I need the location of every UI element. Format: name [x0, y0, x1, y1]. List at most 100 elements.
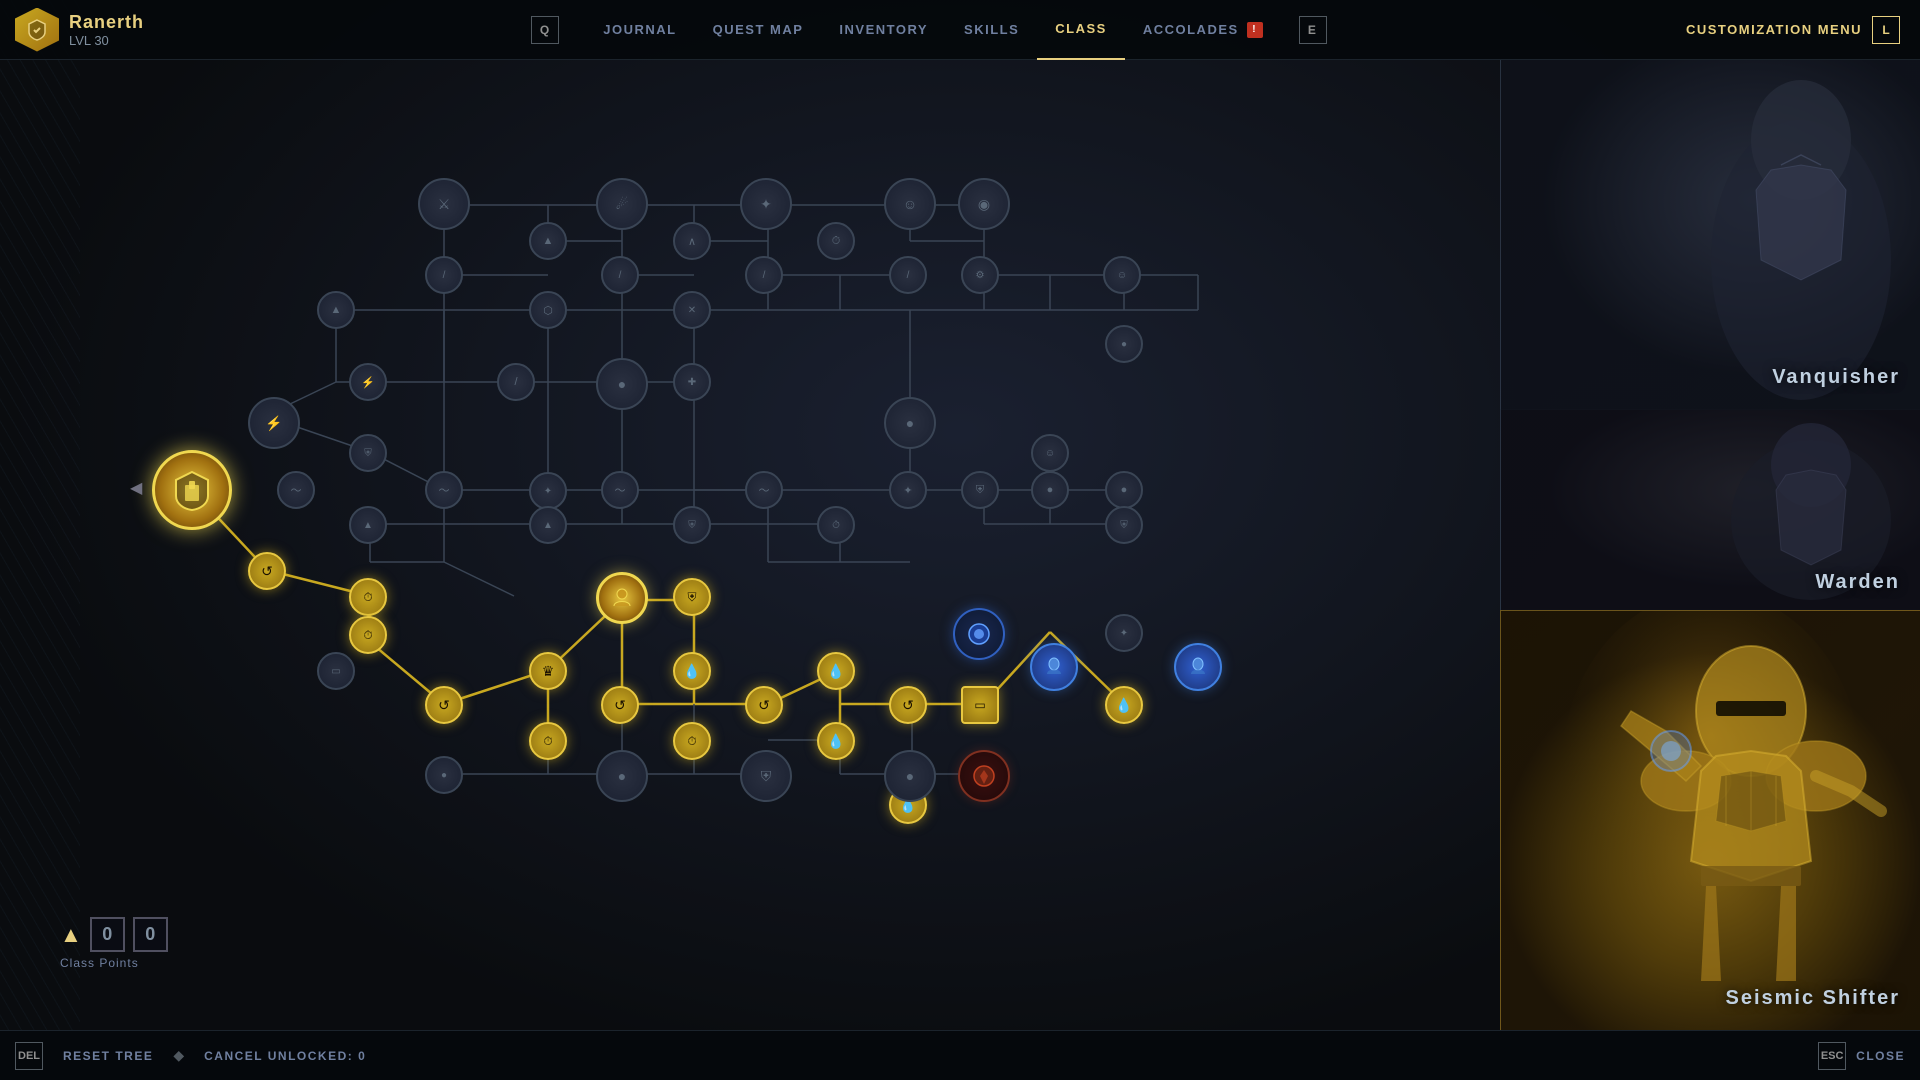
skill-r3-4[interactable]: / — [889, 256, 927, 294]
skill-pulse-5[interactable]: ✦ — [889, 471, 927, 509]
skill-r4-2[interactable]: ⬡ — [529, 291, 567, 329]
skill-r1-2[interactable]: ☄ — [596, 178, 648, 230]
bottom-bar: DEL RESET TREE ◆ CANCEL UNLOCKED: 0 ESC … — [0, 1030, 1920, 1080]
skill-r2-2[interactable]: ∧ — [673, 222, 711, 260]
skill-r8-2[interactable]: ▲ — [529, 506, 567, 544]
skill-pulse-6[interactable]: ⛨ — [961, 471, 999, 509]
customization-menu[interactable]: CUSTOMIZATION MENU L — [1666, 16, 1920, 44]
skill-r6-1[interactable]: ⚡ — [248, 397, 300, 449]
skill-r8-5[interactable]: ⛨ — [1105, 506, 1143, 544]
skill-special-blue[interactable] — [953, 608, 1005, 660]
skill-r3-3[interactable]: / — [745, 256, 783, 294]
skill-active-spiral-b4[interactable]: ↺ — [889, 686, 927, 724]
skill-active-flame-3[interactable]: 💧 — [817, 722, 855, 760]
skill-pulse-7[interactable]: ● — [1031, 471, 1069, 509]
up-arrow-icon: ▲ — [60, 922, 82, 948]
skill-r1-3[interactable]: ✦ — [740, 178, 792, 230]
skill-r-bottom-1[interactable]: ● — [884, 750, 936, 802]
skill-r1-1[interactable]: ⚔ — [418, 178, 470, 230]
skill-r3-2[interactable]: / — [601, 256, 639, 294]
skill-pulse-2[interactable]: 〜 — [425, 471, 463, 509]
skill-active-doc[interactable]: ▭ — [961, 686, 999, 724]
skill-r5-2[interactable]: / — [497, 363, 535, 401]
nav-journal[interactable]: JOURNAL — [585, 0, 694, 60]
left-arrow: ◀ — [130, 478, 142, 498]
skill-active-spiral-b1[interactable]: ↺ — [425, 686, 463, 724]
skill-active-timer-1[interactable]: ⏱ — [349, 578, 387, 616]
skill-r4-3[interactable]: ✕ — [673, 291, 711, 329]
skill-r6-5[interactable]: ✚ — [673, 363, 711, 401]
nav-items: Q JOURNAL QUEST MAP INVENTORY SKILLS CLA… — [200, 0, 1666, 60]
class-pts-box-1: 0 — [90, 917, 125, 952]
bottom-right: ESC CLOSE — [1818, 1042, 1905, 1070]
nav-class[interactable]: CLASS — [1037, 0, 1125, 60]
skill-blue-large-1[interactable] — [1030, 643, 1078, 691]
skill-inactive-b1[interactable]: ▭ — [317, 652, 355, 690]
player-level: LVL 30 — [69, 33, 144, 48]
l-key: L — [1872, 16, 1900, 44]
skill-inactive-bot-1[interactable]: ● — [425, 756, 463, 794]
player-details: Ranerth LVL 30 — [69, 12, 144, 48]
skill-r2-3[interactable]: ⏱ — [817, 222, 855, 260]
skill-r8-1[interactable]: ▲ — [349, 506, 387, 544]
skill-r6-8[interactable]: ● — [1105, 325, 1143, 363]
nav-inventory[interactable]: INVENTORY — [821, 0, 946, 60]
skill-pulse-3[interactable]: 〜 — [601, 471, 639, 509]
nav-quest-map[interactable]: QUEST MAP — [695, 0, 822, 60]
skill-r4-1[interactable]: ▲ — [317, 291, 355, 329]
skill-inactive-bot-3[interactable]: ⛨ — [740, 750, 792, 802]
del-key: DEL — [15, 1042, 43, 1070]
skill-blue-large-2[interactable] — [1174, 643, 1222, 691]
skill-pulse-1[interactable]: 〜 — [277, 471, 315, 509]
skill-r8-4[interactable]: ⏱ — [817, 506, 855, 544]
skill-r1-4[interactable]: ☺ — [884, 178, 936, 230]
skill-r6-3[interactable]: ✦ — [529, 472, 567, 510]
accolades-badge: ! — [1247, 22, 1263, 38]
e-key: E — [1299, 16, 1327, 44]
skill-r6-6[interactable]: ● — [884, 397, 936, 449]
reset-tree-label[interactable]: RESET TREE — [63, 1049, 153, 1063]
nav-key-q[interactable]: Q — [513, 0, 585, 60]
skill-r5-1[interactable]: ⚡ — [349, 363, 387, 401]
skill-active-spiral-b2[interactable]: ↺ — [601, 686, 639, 724]
skill-r3-1[interactable]: / — [425, 256, 463, 294]
player-info: Ranerth LVL 30 — [0, 8, 200, 52]
class-pts-icons: ▲ 0 0 — [60, 917, 168, 952]
skill-nodes: ◀ ⚔ ☄ ✦ ☺ ◉ ▲ ∧ ⏱ / / / / ⚙ ☺ ▲ ⬡ ✕ ⚡ / … — [0, 60, 1920, 1030]
class-pts-box-2: 0 — [133, 917, 168, 952]
skill-r6-7[interactable]: ☺ — [1031, 434, 1069, 472]
skill-r8-3[interactable]: ⛨ — [673, 506, 711, 544]
player-name: Ranerth — [69, 12, 144, 33]
skill-active-flame-2[interactable]: 💧 — [817, 652, 855, 690]
skill-active-timer-b2[interactable]: ⏱ — [673, 722, 711, 760]
skill-r6-2[interactable]: ⛨ — [349, 434, 387, 472]
nav-skills[interactable]: SKILLS — [946, 0, 1037, 60]
skill-active-spiral-b3[interactable]: ↺ — [745, 686, 783, 724]
skill-r3-5[interactable]: ⚙ — [961, 256, 999, 294]
skill-r3-6[interactable]: ☺ — [1103, 256, 1141, 294]
skill-pulse-4[interactable]: 〜 — [745, 471, 783, 509]
skill-r2-1[interactable]: ▲ — [529, 222, 567, 260]
nav-key-e[interactable]: E — [1281, 0, 1353, 60]
skill-active-timer-2[interactable]: ⏱ — [349, 616, 387, 654]
skill-active-flame-1[interactable]: 💧 — [673, 652, 711, 690]
skill-active-shield[interactable]: ⛨ — [673, 578, 711, 616]
main-content: Vanquisher Warden — [0, 60, 1920, 1030]
skill-pulse-8[interactable]: ● — [1105, 471, 1143, 509]
class-points-area: ▲ 0 0 Class Points — [60, 917, 168, 970]
skill-active-spiral-1[interactable]: ↺ — [248, 552, 286, 590]
skill-r6-4[interactable]: ● — [596, 358, 648, 410]
skill-active-flame-5[interactable]: 💧 — [1105, 686, 1143, 724]
skill-r1-5[interactable]: ◉ — [958, 178, 1010, 230]
cancel-unlocked-label: CANCEL UNLOCKED: 0 — [204, 1049, 366, 1063]
skill-red-large[interactable] — [958, 750, 1010, 802]
skill-active-crown[interactable]: ♛ — [529, 652, 567, 690]
nav-accolades[interactable]: ACCOLADES ! — [1125, 0, 1281, 60]
main-class-node[interactable] — [152, 450, 232, 530]
skill-active-large-center[interactable] — [596, 572, 648, 624]
esc-key: ESC — [1818, 1042, 1846, 1070]
skill-inactive-bot-2[interactable]: ● — [596, 750, 648, 802]
skill-active-timer-b1[interactable]: ⏱ — [529, 722, 567, 760]
skill-near-special[interactable]: ✦ — [1105, 614, 1143, 652]
close-label[interactable]: CLOSE — [1856, 1049, 1905, 1063]
